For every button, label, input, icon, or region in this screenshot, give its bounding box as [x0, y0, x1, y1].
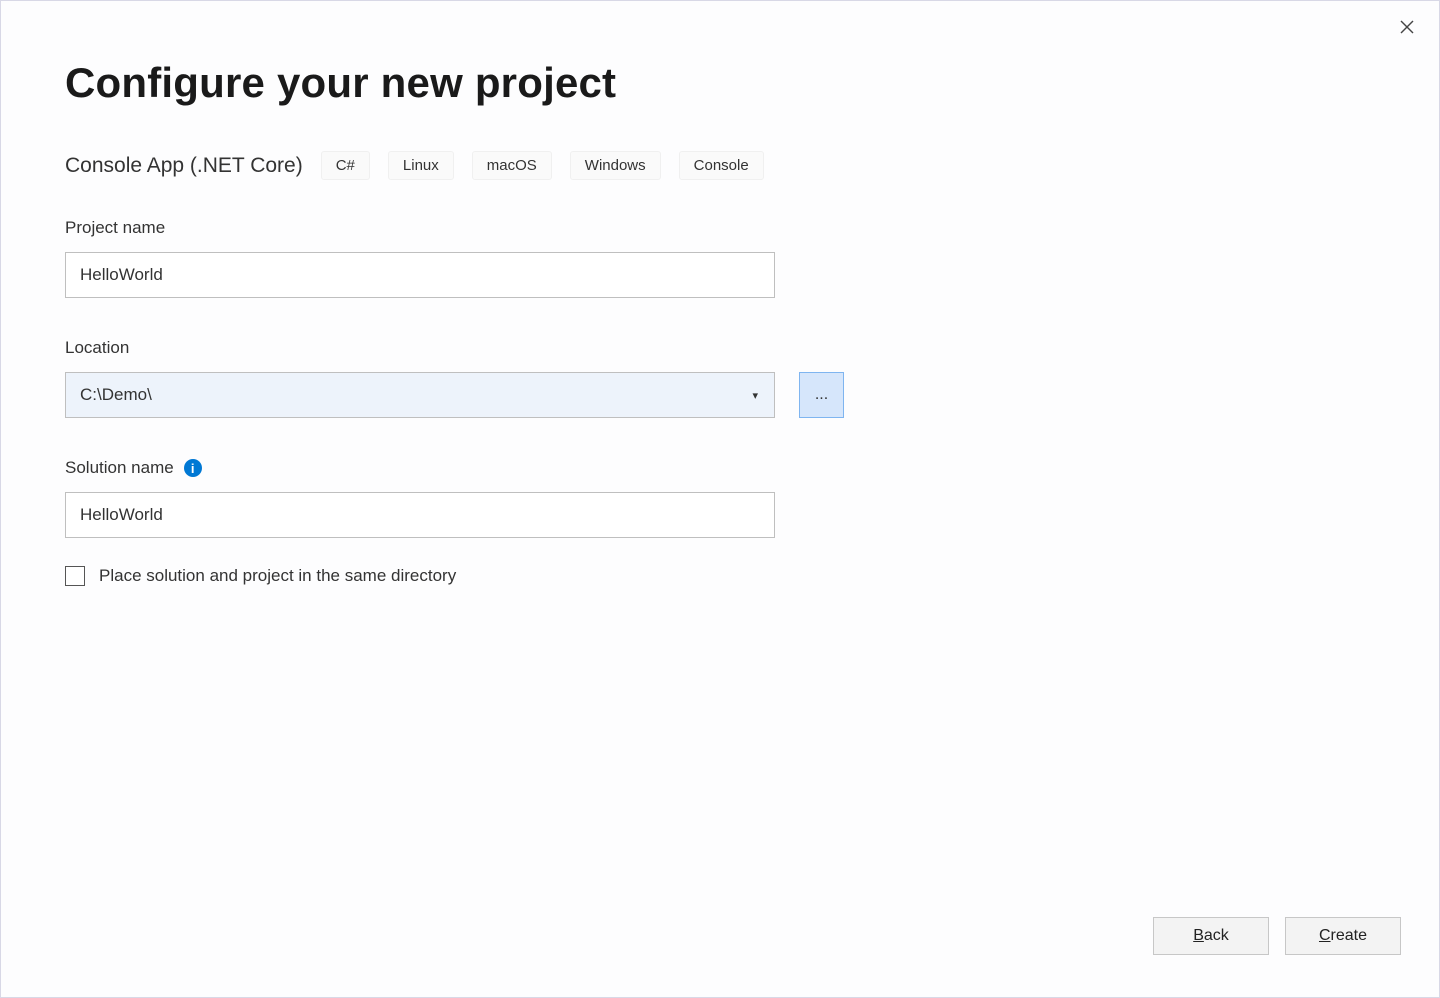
- template-tag: Windows: [570, 151, 661, 180]
- project-name-input[interactable]: [65, 252, 775, 298]
- close-button[interactable]: [1395, 15, 1419, 39]
- close-icon: [1400, 20, 1414, 34]
- template-tag: Linux: [388, 151, 454, 180]
- dialog-footer: Back Create: [1153, 917, 1401, 955]
- page-title: Configure your new project: [65, 59, 1139, 107]
- back-accel: B: [1193, 927, 1204, 944]
- create-button[interactable]: Create: [1285, 917, 1401, 955]
- back-button[interactable]: Back: [1153, 917, 1269, 955]
- same-directory-checkbox[interactable]: [65, 566, 85, 586]
- project-name-field: Project name: [65, 218, 1139, 298]
- solution-name-input[interactable]: [65, 492, 775, 538]
- location-label: Location: [65, 338, 1139, 358]
- same-directory-label: Place solution and project in the same d…: [99, 566, 456, 586]
- template-tag: C#: [321, 151, 370, 180]
- solution-name-label: Solution name: [65, 458, 174, 478]
- chevron-down-icon: ▾: [752, 389, 758, 402]
- location-dropdown[interactable]: C:\Demo\ ▾: [65, 372, 775, 418]
- solution-name-field: Solution name i: [65, 458, 1139, 538]
- template-tag: macOS: [472, 151, 552, 180]
- location-field: Location C:\Demo\ ▾ ...: [65, 338, 1139, 418]
- template-name: Console App (.NET Core): [65, 154, 303, 178]
- same-directory-option[interactable]: Place solution and project in the same d…: [65, 566, 1139, 586]
- location-value: C:\Demo\: [80, 385, 752, 405]
- configure-project-dialog: Configure your new project Console App (…: [0, 0, 1440, 998]
- create-accel: C: [1319, 927, 1331, 944]
- ellipsis-icon: ...: [815, 386, 828, 404]
- create-rest: reate: [1331, 927, 1367, 944]
- template-info-row: Console App (.NET Core) C# Linux macOS W…: [65, 151, 1139, 180]
- back-rest: ack: [1204, 927, 1229, 944]
- template-tag: Console: [679, 151, 764, 180]
- project-name-label: Project name: [65, 218, 1139, 238]
- info-icon[interactable]: i: [184, 459, 202, 477]
- browse-location-button[interactable]: ...: [799, 372, 844, 418]
